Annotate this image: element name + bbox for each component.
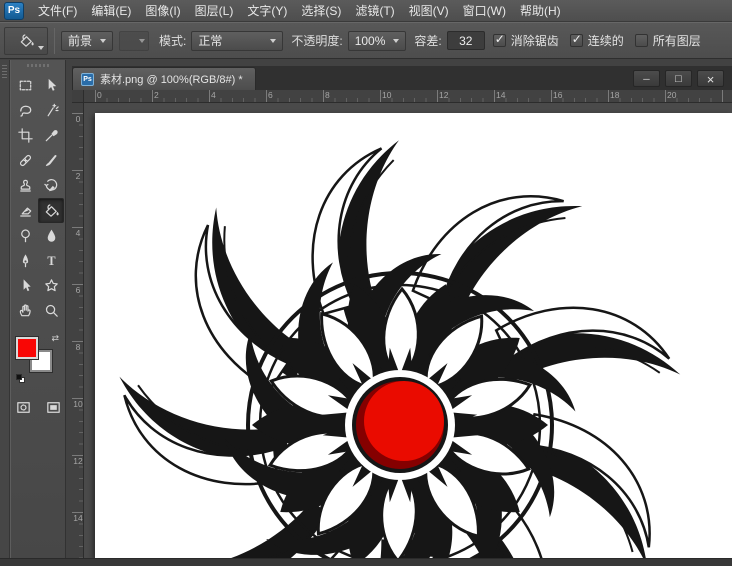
eraser-tool[interactable] <box>12 198 38 223</box>
checkbox-icon <box>570 34 583 47</box>
clone-stamp-tool[interactable] <box>12 173 38 198</box>
document-tab[interactable]: Ps 素材.png @ 100%(RGB/8#) * <box>72 67 256 90</box>
opacity-label: 不透明度: <box>291 32 342 49</box>
menu-file[interactable]: 文件(F) <box>31 0 84 22</box>
spot-healing-tool[interactable] <box>12 148 38 173</box>
grip-icon <box>27 64 49 67</box>
tool-preset-picker[interactable] <box>4 27 48 55</box>
menu-select[interactable]: 选择(S) <box>294 0 348 22</box>
zoom-tool[interactable] <box>38 298 64 323</box>
minimize-button[interactable] <box>633 70 660 87</box>
window-controls <box>633 70 732 90</box>
panel-dock-strip[interactable] <box>0 60 10 558</box>
document-tab-bar: Ps 素材.png @ 100%(RGB/8#) * <box>72 66 732 90</box>
blur-tool[interactable] <box>38 223 64 248</box>
fill-source-value: 前景 <box>68 32 92 49</box>
type-tool[interactable]: T <box>38 248 64 273</box>
checkbox-icon <box>493 34 506 47</box>
move-tool[interactable] <box>38 73 64 98</box>
ruler-row: 0 2 4 6 8 10 12 14 16 18 20 <box>72 90 732 103</box>
opacity-value: 100% <box>355 34 386 48</box>
menu-view[interactable]: 视图(V) <box>402 0 456 22</box>
screen-mode-button[interactable] <box>42 395 64 420</box>
svg-text:T: T <box>47 254 55 268</box>
mode-value: 正常 <box>198 32 222 49</box>
quick-mask-button[interactable] <box>12 395 34 420</box>
opacity-dropdown[interactable]: 100% <box>348 31 407 51</box>
rect-marquee-tool[interactable] <box>12 73 38 98</box>
antialias-checkbox[interactable]: 消除锯齿 <box>493 32 559 49</box>
tools-panel: T ⇄ <box>10 60 66 558</box>
document-icon: Ps <box>81 73 94 86</box>
default-colors-icon[interactable] <box>16 374 26 383</box>
mode-dropdown[interactable]: 正常 <box>191 31 283 51</box>
ruler-corner <box>72 90 84 103</box>
all-layers-checkbox[interactable]: 所有图层 <box>635 32 701 49</box>
pen-tool[interactable] <box>12 248 38 273</box>
magic-wand-tool[interactable] <box>38 98 64 123</box>
menu-layer[interactable]: 图层(L) <box>188 0 241 22</box>
separator <box>54 28 55 54</box>
flower-artwork <box>95 113 732 558</box>
path-selection-tool[interactable] <box>12 273 38 298</box>
lasso-tool[interactable] <box>12 98 38 123</box>
tool-options-bar: 前景 模式: 正常 不透明度: 100% 容差: 消除锯齿 连续的 所有图层 <box>0 22 732 59</box>
eyedropper-tool[interactable] <box>38 123 64 148</box>
canvas-pasteboard <box>84 103 732 558</box>
tolerance-input[interactable] <box>447 31 485 50</box>
checkbox-icon <box>635 34 648 47</box>
document-tab-title: 素材.png @ 100%(RGB/8#) * <box>100 71 243 87</box>
canvas-page[interactable] <box>95 113 732 558</box>
menu-window[interactable]: 窗口(W) <box>456 0 513 22</box>
vertical-ruler: 0 2 4 6 8 10 12 14 <box>72 103 84 558</box>
fill-source-dropdown[interactable]: 前景 <box>61 31 113 51</box>
photoshop-logo: Ps <box>4 2 24 20</box>
contiguous-checkbox[interactable]: 连续的 <box>570 32 624 49</box>
mode-label: 模式: <box>159 32 186 49</box>
document-content: 0 2 4 6 8 10 12 14 <box>72 103 732 558</box>
photoshop-window: Ps 文件(F) 编辑(E) 图像(I) 图层(L) 文字(Y) 选择(S) 滤… <box>0 0 732 566</box>
dodge-tool[interactable] <box>12 223 38 248</box>
menu-type[interactable]: 文字(Y) <box>240 0 294 22</box>
chevron-down-icon <box>270 39 276 43</box>
swap-colors-icon[interactable]: ⇄ <box>51 333 59 344</box>
foreground-color-swatch[interactable] <box>16 337 38 359</box>
chevron-down-icon <box>38 46 44 50</box>
brush-tool[interactable] <box>38 148 64 173</box>
maximize-button[interactable] <box>665 70 692 87</box>
document-window: Ps 素材.png @ 100%(RGB/8#) * 0 2 4 6 8 10 … <box>72 66 732 558</box>
menu-bar: Ps 文件(F) 编辑(E) 图像(I) 图层(L) 文字(Y) 选择(S) 滤… <box>0 0 732 22</box>
all-layers-label: 所有图层 <box>653 32 701 49</box>
paint-bucket-tool[interactable] <box>38 198 64 223</box>
contiguous-label: 连续的 <box>588 32 624 49</box>
hand-tool[interactable] <box>12 298 38 323</box>
menu-image[interactable]: 图像(I) <box>138 0 187 22</box>
menu-edit[interactable]: 编辑(E) <box>84 0 138 22</box>
crop-tool[interactable] <box>12 123 38 148</box>
tolerance-label: 容差: <box>414 32 441 49</box>
window-bottom-edge <box>0 558 732 566</box>
history-brush-tool[interactable] <box>38 173 64 198</box>
chevron-down-icon <box>100 39 106 43</box>
antialias-label: 消除锯齿 <box>511 32 559 49</box>
chevron-down-icon <box>139 39 145 43</box>
paint-bucket-icon <box>18 32 35 49</box>
color-swatches: ⇄ <box>16 333 60 377</box>
chevron-down-icon <box>393 39 399 43</box>
menu-filter[interactable]: 滤镜(T) <box>348 0 401 22</box>
close-button[interactable] <box>697 70 724 87</box>
horizontal-ruler: 0 2 4 6 8 10 12 14 16 18 20 <box>84 90 732 103</box>
grip-icon <box>2 65 7 79</box>
menu-help[interactable]: 帮助(H) <box>513 0 568 22</box>
pattern-picker[interactable] <box>119 31 149 51</box>
custom-shape-tool[interactable] <box>38 273 64 298</box>
